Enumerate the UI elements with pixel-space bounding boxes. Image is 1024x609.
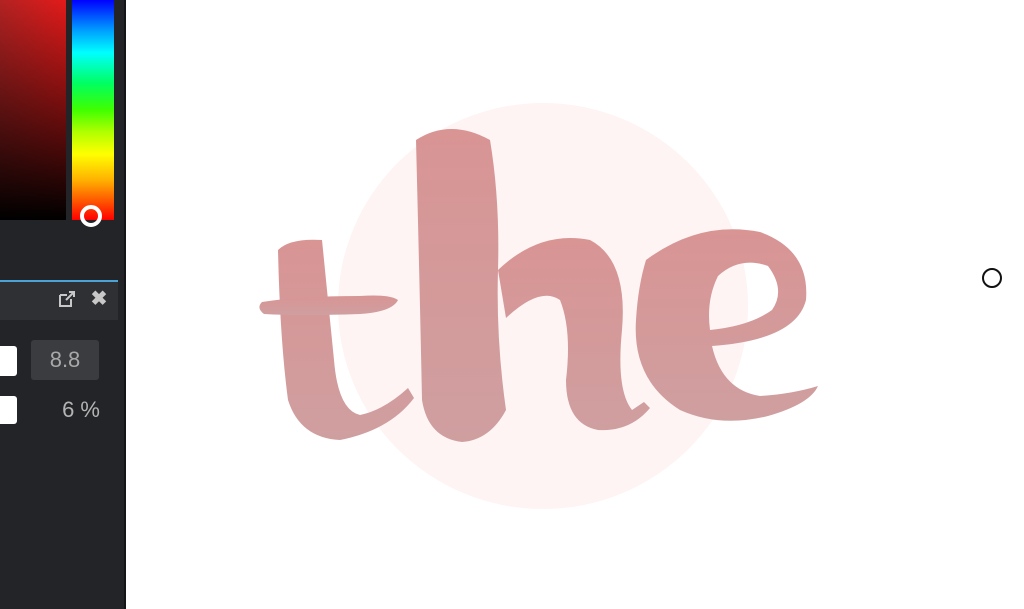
- brush-cursor: [982, 268, 1002, 288]
- artwork-the-lettering: [259, 129, 818, 442]
- the-glyphs: [259, 129, 818, 442]
